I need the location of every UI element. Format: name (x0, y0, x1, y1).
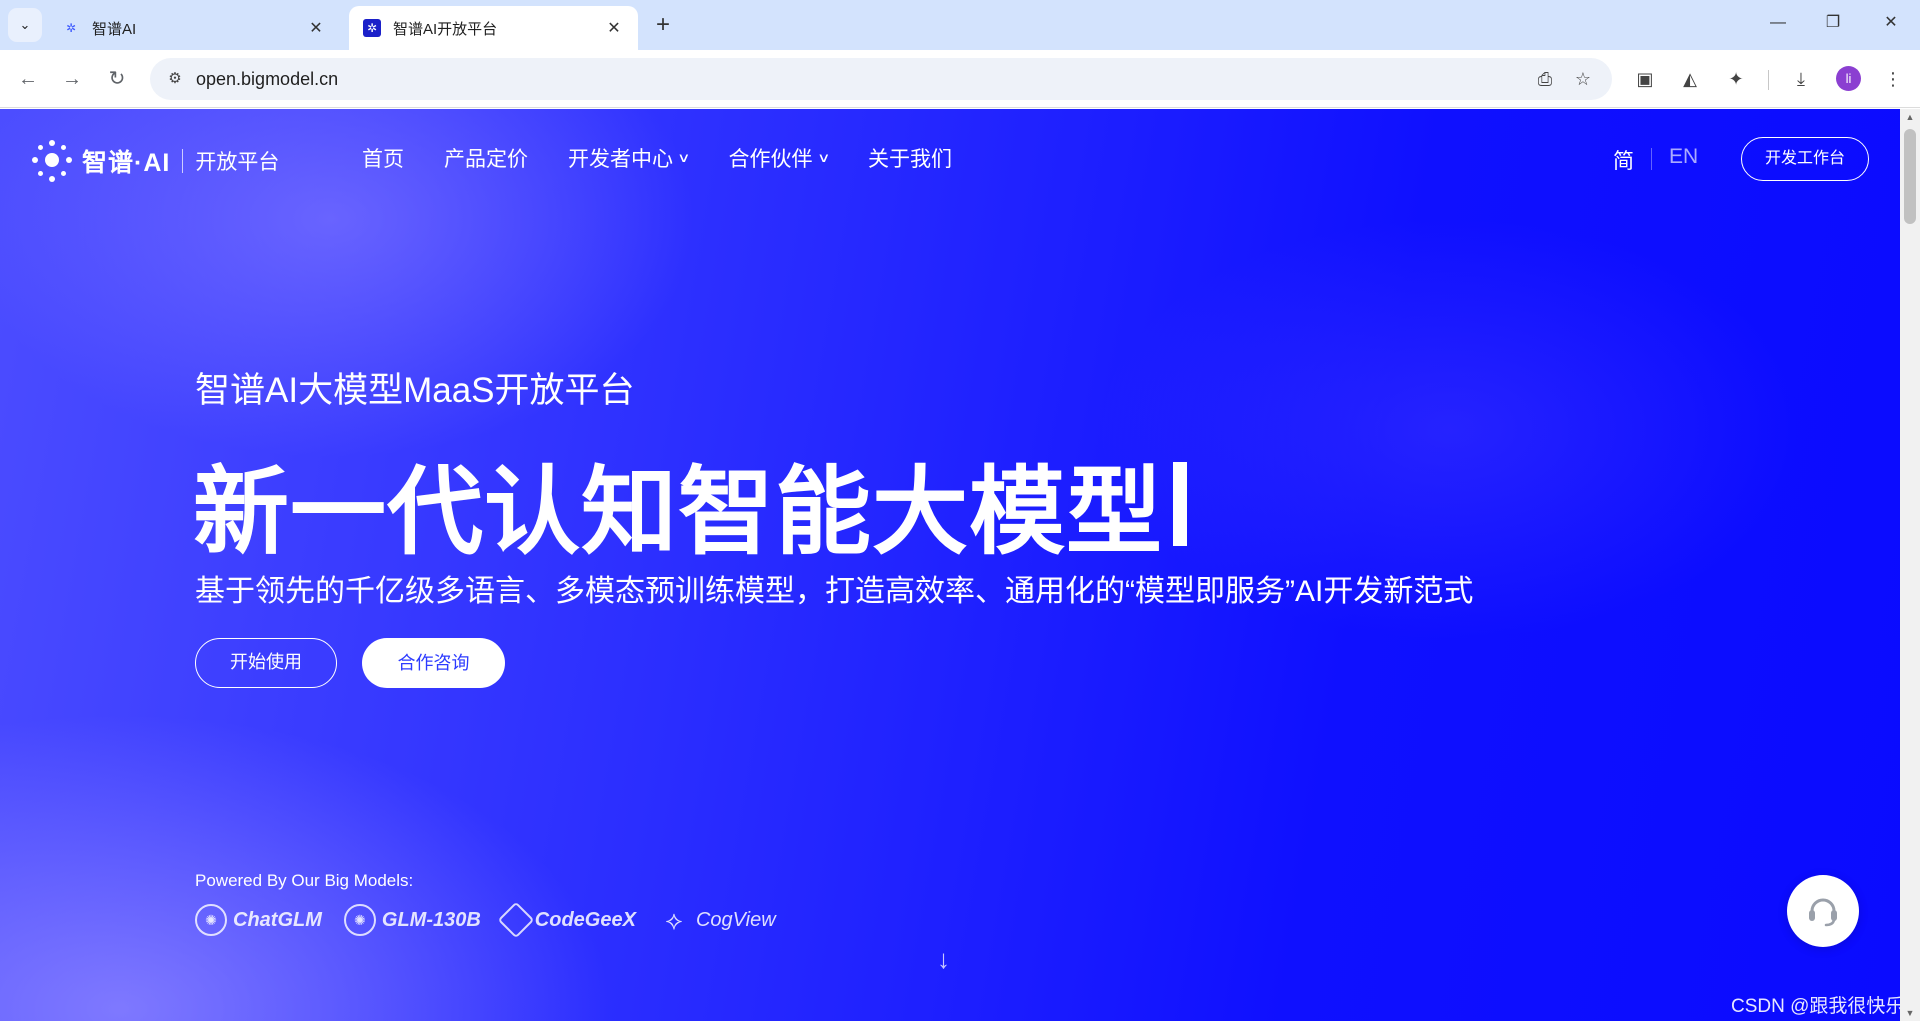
hero-description: 基于领先的千亿级多语言、多模态预训练模型，打造高效率、通用化的“模型即服务”AI… (195, 575, 1474, 608)
new-tab-button[interactable]: + (650, 10, 676, 40)
customer-support-button[interactable] (1787, 875, 1859, 947)
chevron-down-icon: ∨ (816, 150, 830, 165)
start-button[interactable]: 开始使用 (195, 638, 337, 688)
scroll-down-icon[interactable]: ▼ (1900, 1005, 1920, 1021)
nav-label: 合作伙伴 (728, 148, 813, 171)
address-bar[interactable]: ⚙ open.bigmodel.cn ⎙ ☆ (150, 58, 1612, 100)
chatglm-emblem-icon: ✺ (195, 904, 227, 936)
site-logo[interactable]: 智谱·AI 开放平台 (30, 139, 279, 183)
browser-tab[interactable]: ✲ 智谱AI ✕ (48, 6, 340, 50)
console-button[interactable]: 开发工作台 (1741, 137, 1869, 181)
zhipu-favicon-icon: ✲ (65, 21, 77, 35)
forward-arrow-icon[interactable]: → (57, 64, 87, 94)
nav-label: 关于我们 (868, 148, 953, 171)
toolbar-divider (1768, 70, 1769, 90)
csdn-watermark: CSDN @跟我很快乐 (1731, 996, 1905, 1017)
scroll-down-arrow-icon[interactable]: ↓ (937, 944, 950, 975)
bookmark-star-icon[interactable]: ☆ (1568, 64, 1598, 94)
cogview-emblem-icon: ⟡ (665, 905, 683, 935)
reload-icon[interactable]: ↻ (102, 64, 132, 94)
models-caption: Powered By Our Big Models: (195, 871, 414, 890)
install-app-icon[interactable]: ⎙ (1530, 64, 1560, 94)
tab-search-button[interactable]: ⌄ (8, 8, 42, 42)
close-window-icon[interactable]: ✕ (1864, 8, 1918, 38)
tab-title: 智谱AI开放平台 (393, 20, 498, 38)
nav-pricing[interactable]: 产品定价 (444, 143, 528, 173)
lang-zh-toggle[interactable]: 简 (1613, 145, 1634, 175)
site-info-icon[interactable]: ⚙ (160, 64, 190, 94)
chevron-down-icon: ∨ (677, 150, 691, 165)
minimize-icon[interactable]: — (1751, 8, 1805, 38)
glm130b-logo: ✺ GLM-130B (343, 904, 481, 936)
close-tab-icon[interactable]: ✕ (604, 18, 624, 38)
restore-icon[interactable]: ❐ (1806, 8, 1860, 38)
model-name: GLM-130B (381, 908, 481, 931)
nav-about[interactable]: 关于我们 (868, 143, 952, 173)
browser-tab-active[interactable]: ✲ 智谱AI开放平台 ✕ (349, 6, 638, 50)
scrollbar-thumb[interactable] (1904, 129, 1916, 224)
logo-subtitle: 开放平台 (195, 151, 280, 174)
cogview-logo: ⟡ CogView (658, 904, 776, 936)
hero-subtitle: 智谱AI大模型MaaS开放平台 (195, 371, 635, 410)
nav-developer-center[interactable]: 开发者中心 ∨ (568, 143, 691, 173)
nav-label: 开发者中心 (568, 148, 673, 171)
nav-partners[interactable]: 合作伙伴 ∨ (728, 143, 830, 173)
profile-avatar[interactable]: li (1836, 66, 1861, 91)
extension-tabs-icon[interactable]: ▣ (1630, 64, 1660, 94)
nav-home[interactable]: 首页 (362, 143, 404, 173)
nav-label: 产品定价 (444, 148, 528, 171)
nav-label: 首页 (362, 148, 404, 171)
hero-title: 新一代认知智能大模型 (193, 434, 1187, 573)
typing-caret (1173, 461, 1187, 546)
zhipu-logo-icon (30, 139, 74, 183)
tab-title: 智谱AI (92, 20, 137, 38)
back-arrow-icon[interactable]: ← (13, 64, 43, 94)
model-name: ChatGLM (233, 908, 322, 931)
close-tab-icon[interactable]: ✕ (306, 18, 326, 38)
logo-name: 智谱·AI (82, 149, 171, 177)
codegeex-logo: CodeGeeX (497, 901, 636, 939)
model-name: CodeGeeX (534, 908, 636, 931)
extension-drive-icon[interactable]: ◭ (1675, 64, 1705, 94)
model-name: CogView (695, 908, 776, 931)
page-scrollbar[interactable]: ▲ ▼ (1900, 109, 1920, 1021)
consult-button[interactable]: 合作咨询 (362, 638, 505, 688)
headset-icon (1809, 898, 1837, 927)
main-nav: 首页 产品定价 开发者中心 ∨ 合作伙伴 ∨ 关于我们 (362, 143, 992, 173)
download-icon[interactable]: ⤓ (1786, 64, 1816, 94)
browser-toolbar: ← → ↻ ⚙ open.bigmodel.cn ⎙ ☆ ▣ ◭ ✦ ⤓ li … (0, 50, 1920, 108)
logo-divider (182, 149, 184, 173)
scroll-up-icon[interactable]: ▲ (1900, 109, 1920, 125)
extensions-puzzle-icon[interactable]: ✦ (1721, 64, 1751, 94)
zhipu-favicon-icon: ✲ (363, 19, 381, 37)
hero-title-text: 新一代认知智能大模型 (193, 459, 1163, 566)
chatglm-logo: ✺ ChatGLM (195, 904, 322, 936)
browser-tab-strip: ⌄ ✲ 智谱AI ✕ ✲ 智谱AI开放平台 ✕ + — ❐ ✕ (0, 0, 1920, 50)
url-text[interactable]: open.bigmodel.cn (196, 69, 338, 90)
browser-menu-icon[interactable]: ⋮ (1878, 64, 1908, 94)
codegeex-emblem-icon (497, 901, 535, 939)
glm-emblem-icon: ✺ (343, 904, 376, 936)
model-logos: ✺ ChatGLM ✺ GLM-130B CodeGeeX ⟡ CogView (195, 901, 798, 939)
lang-divider (1651, 148, 1652, 170)
lang-en-toggle[interactable]: EN (1669, 145, 1698, 169)
